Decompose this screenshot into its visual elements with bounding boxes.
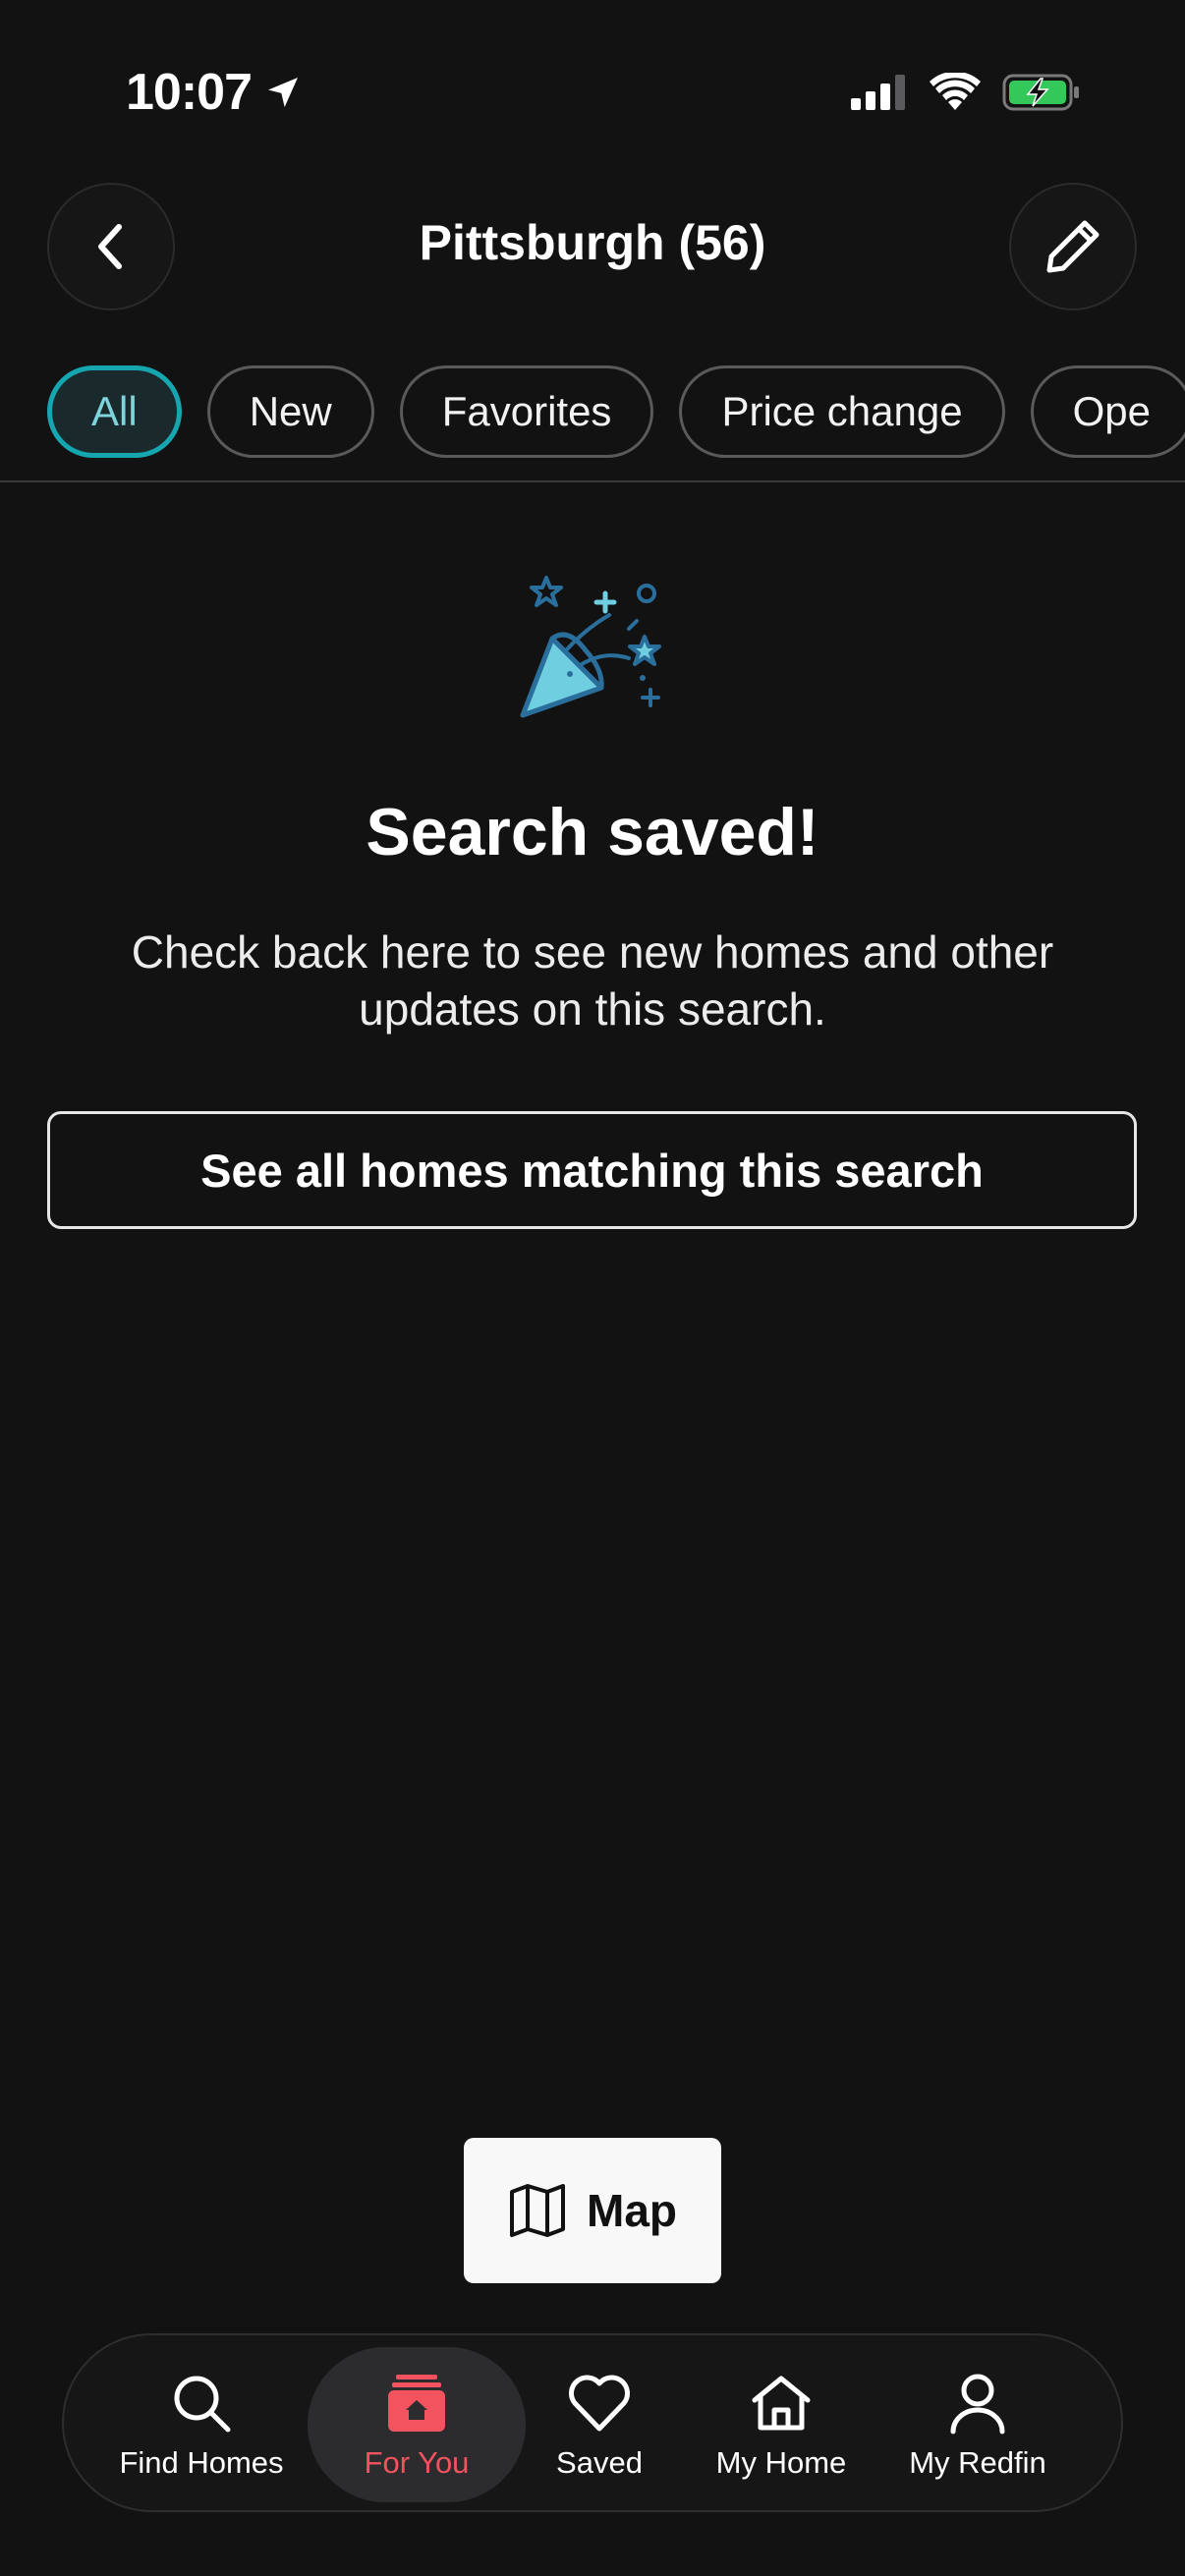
nav-find-homes-label: Find Homes [119,2445,284,2480]
edit-search-button[interactable] [1009,183,1137,310]
filter-chip-price-change[interactable]: Price change [679,365,1005,458]
nav-saved[interactable]: Saved [526,2335,673,2514]
status-icons [851,73,1081,112]
bottom-nav: Find Homes For You Saved My Home My Redf… [62,2333,1123,2512]
user-icon [950,2374,1005,2435]
nav-find-homes[interactable]: Find Homes [103,2335,300,2514]
map-icon [510,2184,565,2237]
nav-for-you-label: For You [364,2445,470,2480]
for-you-house-icon [388,2375,445,2432]
heart-icon [569,2375,630,2432]
cellular-signal-icon [851,75,905,110]
search-icon [174,2376,231,2433]
location-arrow-icon [268,78,298,107]
status-time-text: 10:07 [126,64,253,121]
nav-my-home[interactable]: My Home [698,2335,865,2514]
map-button-label: Map [587,2185,677,2236]
status-time: 10:07 [126,63,303,122]
divider [0,480,1185,482]
map-button[interactable]: Map [464,2138,721,2283]
filter-chips: All New Favorites Price change Ope [47,365,1185,458]
page-title: Pittsburgh (56) [419,215,766,270]
empty-state-headline: Search saved! [366,795,819,869]
pencil-icon [1046,220,1100,273]
filter-chip-all[interactable]: All [47,365,182,458]
nav-for-you[interactable]: For You [308,2335,526,2514]
see-all-homes-button[interactable]: See all homes matching this search [47,1111,1137,1229]
party-popper-icon [520,576,661,718]
status-bar: 10:07 [0,0,1185,187]
nav-my-redfin-label: My Redfin [909,2445,1046,2480]
wifi-icon [930,73,981,110]
nav-my-home-label: My Home [715,2445,847,2480]
empty-state-message: Check back here to see new homes and oth… [131,926,1054,1035]
battery-charging-icon [1002,74,1079,111]
nav-my-redfin[interactable]: My Redfin [889,2335,1066,2514]
home-icon [752,2376,811,2431]
filter-chip-new[interactable]: New [206,365,374,458]
filter-chip-favorites[interactable]: Favorites [399,365,654,458]
nav-saved-label: Saved [556,2445,643,2480]
filter-chip-open-houses[interactable]: Ope [1030,365,1185,458]
